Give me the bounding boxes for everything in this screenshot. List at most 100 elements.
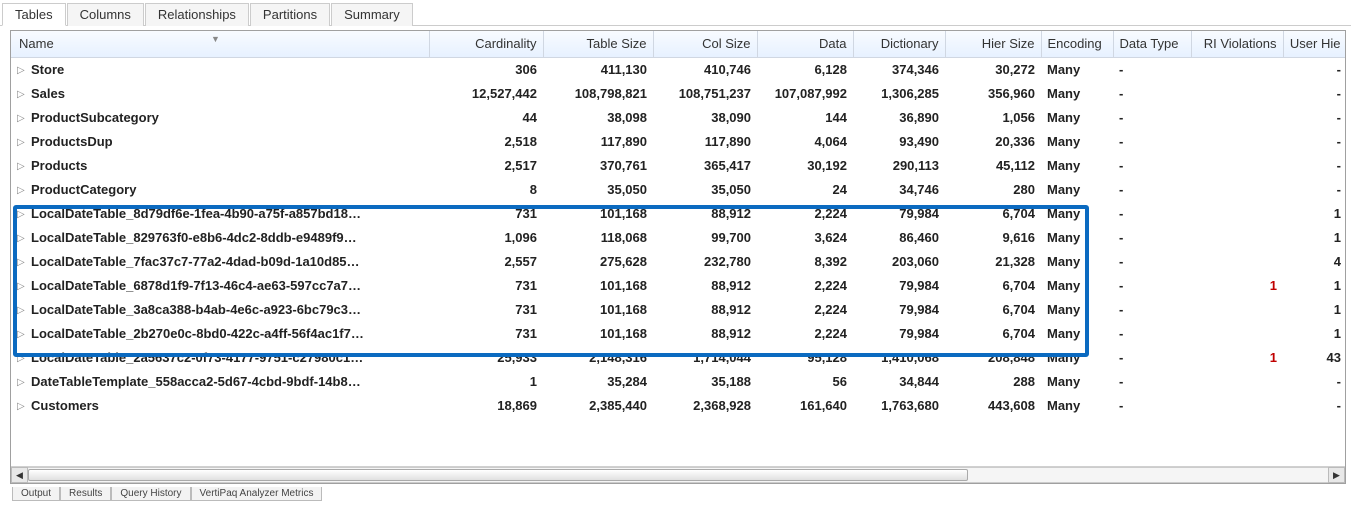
table-row[interactable]: ▷LocalDateTable_6878d1f9-7f13-46c4-ae63-… [11,273,1345,297]
tab-summary[interactable]: Summary [331,3,413,26]
table-row[interactable]: ▷ProductCategory835,05035,0502434,746280… [11,177,1345,201]
data-table: Name▼CardinalityTable SizeCol SizeDataDi… [11,31,1345,417]
name-cell[interactable]: ▷LocalDateTable_7fac37c7-77a2-4dad-b09d-… [11,249,429,273]
bottom-tab-query-history[interactable]: Query History [111,487,190,501]
cell-colSize: 117,890 [653,129,757,153]
col-header-user-hie[interactable]: User Hie [1283,31,1345,57]
col-header-data-type[interactable]: Data Type [1113,31,1191,57]
cell-colSize: 232,780 [653,249,757,273]
table-row[interactable]: ▷Customers18,8692,385,4402,368,928161,64… [11,393,1345,417]
name-cell[interactable]: ▷DateTableTemplate_558acca2-5d67-4cbd-9b… [11,369,429,393]
expand-icon[interactable]: ▷ [17,305,27,316]
horizontal-scrollbar[interactable]: ◀ ▶ [11,466,1345,483]
scroll-left-button[interactable]: ◀ [11,467,28,483]
cell-cardinality: 731 [429,297,543,321]
expand-icon[interactable]: ▷ [17,329,27,340]
table-row[interactable]: ▷LocalDateTable_2b270e0c-8bd0-422c-a4ff-… [11,321,1345,345]
name-cell[interactable]: ▷ProductCategory [11,177,429,201]
cell-encoding: Many [1041,225,1113,249]
col-header-encoding[interactable]: Encoding [1041,31,1113,57]
name-cell[interactable]: ▷Sales [11,81,429,105]
table-row[interactable]: ▷LocalDateTable_7fac37c7-77a2-4dad-b09d-… [11,249,1345,273]
cell-cardinality: 18,869 [429,393,543,417]
table-row[interactable]: ▷Products2,517370,761365,41730,192290,11… [11,153,1345,177]
expand-icon[interactable]: ▷ [17,137,27,148]
name-cell[interactable]: ▷Store [11,57,429,81]
cell-data: 4,064 [757,129,853,153]
name-cell[interactable]: ▷LocalDateTable_3a8ca388-b4ab-4e6c-a923-… [11,297,429,321]
cell-encoding: Many [1041,369,1113,393]
name-cell[interactable]: ▷LocalDateTable_2a5637c2-0f73-4177-9751-… [11,345,429,369]
col-header-hier-size[interactable]: Hier Size [945,31,1041,57]
name-cell[interactable]: ▷LocalDateTable_6878d1f9-7f13-46c4-ae63-… [11,273,429,297]
scroll-track[interactable] [28,467,1328,483]
table-row[interactable]: ▷ LocalDateTable_829763f0-e8b6-4dc2-8ddb-… [11,225,1345,249]
cell-datatype: - [1113,249,1191,273]
table-row[interactable]: ▷DateTableTemplate_558acca2-5d67-4cbd-9b… [11,369,1345,393]
expand-icon[interactable]: ▷ [17,161,27,172]
scroll-right-button[interactable]: ▶ [1328,467,1345,483]
cell-tableSize: 101,168 [543,201,653,225]
table-row[interactable]: ▷ProductSubcategory4438,09838,09014436,8… [11,105,1345,129]
col-header-dictionary[interactable]: Dictionary [853,31,945,57]
expand-icon[interactable]: ▷ [17,185,27,196]
table-row[interactable]: ▷Sales12,527,442108,798,821108,751,23710… [11,81,1345,105]
expand-icon[interactable]: ▷ [17,89,27,100]
col-header-name[interactable]: Name▼ [11,31,429,57]
cell-dictionary: 79,984 [853,273,945,297]
cell-hierSize: 1,056 [945,105,1041,129]
grid-panel: Name▼CardinalityTable SizeCol SizeDataDi… [10,30,1346,484]
cell-encoding: Many [1041,273,1113,297]
cell-encoding: Many [1041,129,1113,153]
tab-columns[interactable]: Columns [67,3,144,26]
table-row[interactable]: ▷ProductsDup2,518117,890117,8904,06493,4… [11,129,1345,153]
name-cell[interactable]: ▷LocalDateTable_8d79df6e-1fea-4b90-a75f-… [11,201,429,225]
name-cell[interactable]: ▷ LocalDateTable_829763f0-e8b6-4dc2-8ddb-… [11,225,429,249]
cell-colSize: 88,912 [653,297,757,321]
expand-icon[interactable]: ▷ [17,281,27,292]
name-cell[interactable]: ▷ProductsDup [11,129,429,153]
table-row[interactable]: ▷LocalDateTable_2a5637c2-0f73-4177-9751-… [11,345,1345,369]
bottom-tab-results[interactable]: Results [60,487,111,501]
tab-tables[interactable]: Tables [2,3,66,26]
expand-icon[interactable]: ▷ [17,377,27,388]
col-header-data[interactable]: Data [757,31,853,57]
name-cell[interactable]: ▷Products [11,153,429,177]
cell-encoding: Many [1041,321,1113,345]
cell-hierSize: 208,848 [945,345,1041,369]
cell-datatype: - [1113,345,1191,369]
expand-icon[interactable]: ▷ [17,401,27,412]
cell-cardinality: 731 [429,273,543,297]
cell-hierSize: 6,704 [945,201,1041,225]
cell-cardinality: 1,096 [429,225,543,249]
col-header-ri-violations[interactable]: RI Violations [1191,31,1283,57]
table-row[interactable]: ▷LocalDateTable_8d79df6e-1fea-4b90-a75f-… [11,201,1345,225]
row-name: LocalDateTable_829763f0-e8b6-4dc2-8ddb-e… [31,230,357,245]
cell-datatype: - [1113,297,1191,321]
bottom-tab-vertipaq-analyzer-metrics[interactable]: VertiPaq Analyzer Metrics [191,487,323,501]
cell-encoding: Many [1041,393,1113,417]
expand-icon[interactable]: ▷ [17,233,27,244]
cell-data: 161,640 [757,393,853,417]
tab-relationships[interactable]: Relationships [145,3,249,26]
name-cell[interactable]: ▷LocalDateTable_2b270e0c-8bd0-422c-a4ff-… [11,321,429,345]
expand-icon[interactable]: ▷ [17,65,27,76]
expand-icon[interactable]: ▷ [17,353,27,364]
cell-hierSize: 280 [945,177,1041,201]
name-cell[interactable]: ▷ProductSubcategory [11,105,429,129]
name-cell[interactable]: ▷Customers [11,393,429,417]
table-row[interactable]: ▷Store306411,130410,7466,128374,34630,27… [11,57,1345,81]
table-row[interactable]: ▷LocalDateTable_3a8ca388-b4ab-4e6c-a923-… [11,297,1345,321]
col-header-table-size[interactable]: Table Size [543,31,653,57]
scroll-thumb[interactable] [28,469,968,481]
expand-icon[interactable]: ▷ [17,113,27,124]
col-header-cardinality[interactable]: Cardinality [429,31,543,57]
col-header-col-size[interactable]: Col Size [653,31,757,57]
cell-dictionary: 86,460 [853,225,945,249]
expand-icon[interactable]: ▷ [17,209,27,220]
cell-hierSize: 6,704 [945,321,1041,345]
tab-partitions[interactable]: Partitions [250,3,330,26]
expand-icon[interactable]: ▷ [17,257,27,268]
bottom-tab-output[interactable]: Output [12,487,60,501]
cell-ri-violations [1191,105,1283,129]
